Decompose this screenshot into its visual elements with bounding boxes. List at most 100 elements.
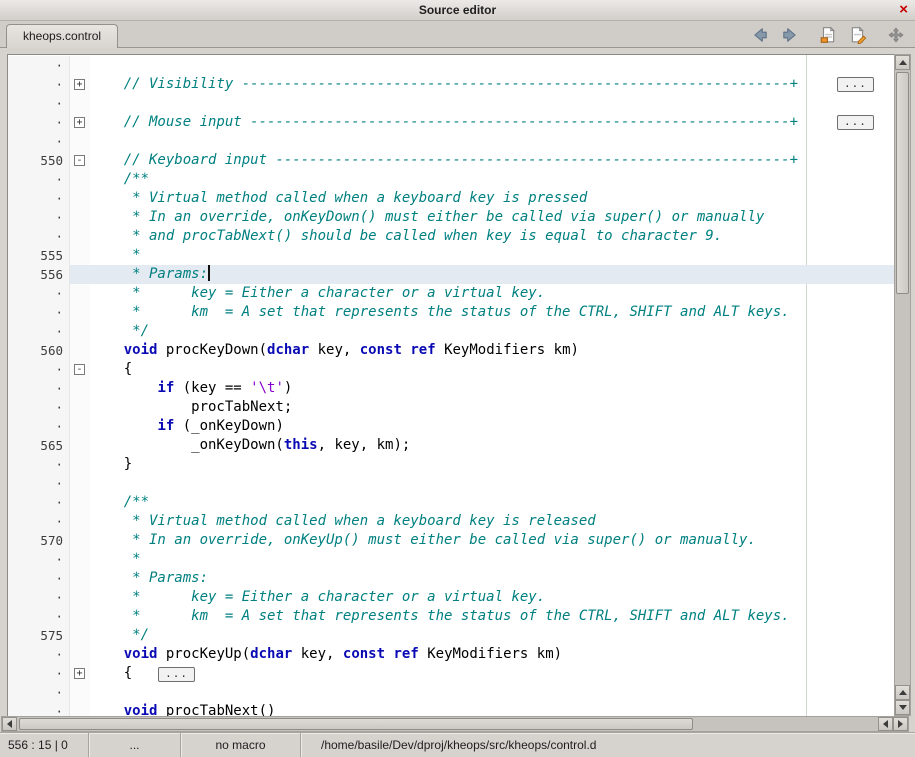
code-text[interactable]: * km = A set that represents the status …: [90, 303, 894, 322]
fold-margin: [70, 645, 90, 664]
code-text[interactable]: /**: [90, 493, 894, 512]
code-text[interactable]: procTabNext;: [90, 398, 894, 417]
code-text[interactable]: * Params:: [90, 569, 894, 588]
save-document-icon: [819, 26, 837, 44]
save-button[interactable]: [817, 24, 839, 46]
code-text[interactable]: /**: [90, 170, 894, 189]
code-text[interactable]: if (_onKeyDown): [90, 417, 894, 436]
code-line[interactable]: ·: [8, 683, 894, 702]
code-text[interactable]: * Virtual method called when a keyboard …: [90, 512, 894, 531]
code-line[interactable]: 575 */: [8, 626, 894, 645]
fold-ellipsis[interactable]: ...: [837, 115, 874, 130]
close-icon[interactable]: ×: [899, 0, 908, 20]
code-text[interactable]: }: [90, 455, 894, 474]
code-line[interactable]: 556 * Params:: [8, 265, 894, 284]
code-line[interactable]: 565 _onKeyDown(this, key, km);: [8, 436, 894, 455]
code-line[interactable]: 560 void procKeyDown(dchar key, const re…: [8, 341, 894, 360]
code-text[interactable]: * km = A set that represents the status …: [90, 607, 894, 626]
tab-kheops-control[interactable]: kheops.control: [6, 24, 118, 48]
scroll-up-button-bottom[interactable]: [895, 685, 910, 700]
code-text[interactable]: // Visibility --------------------------…: [90, 75, 894, 94]
fold-collapse-icon[interactable]: -: [74, 155, 85, 166]
code-text[interactable]: *: [90, 550, 894, 569]
code-text[interactable]: * In an override, onKeyUp() must either …: [90, 531, 894, 550]
fold-collapse-icon[interactable]: -: [74, 364, 85, 375]
horizontal-scroll-thumb[interactable]: [19, 718, 693, 730]
line-number: ·: [8, 227, 70, 246]
code-text[interactable]: */: [90, 322, 894, 341]
code-line[interactable]: · /**: [8, 170, 894, 189]
code-text[interactable]: [90, 683, 894, 702]
fold-margin: [70, 170, 90, 189]
code-text[interactable]: _onKeyDown(this, key, km);: [90, 436, 894, 455]
macro-status: no macro: [180, 733, 300, 757]
scroll-left-button-right[interactable]: [878, 717, 893, 731]
scroll-left-button[interactable]: [2, 717, 17, 731]
code-line[interactable]: · * Virtual method called when a keyboar…: [8, 189, 894, 208]
save-as-button[interactable]: [847, 24, 869, 46]
code-line[interactable]: ·: [8, 474, 894, 493]
code-text[interactable]: {...: [90, 664, 894, 683]
code-line[interactable]: · * In an override, onKeyDown() must eit…: [8, 208, 894, 227]
nav-back-button[interactable]: [749, 24, 771, 46]
code-line[interactable]: ·+ {...: [8, 664, 894, 683]
code-line[interactable]: 555 *: [8, 246, 894, 265]
fold-ellipsis[interactable]: ...: [837, 77, 874, 92]
code-line[interactable]: · }: [8, 455, 894, 474]
code-text[interactable]: * and procTabNext() should be called whe…: [90, 227, 894, 246]
code-line[interactable]: · * key = Either a character or a virtua…: [8, 588, 894, 607]
code-line[interactable]: · if (_onKeyDown): [8, 417, 894, 436]
code-line[interactable]: · procTabNext;: [8, 398, 894, 417]
code-editor[interactable]: ··+ // Visibility ----------------------…: [7, 54, 895, 718]
code-text[interactable]: void procKeyUp(dchar key, const ref KeyM…: [90, 645, 894, 664]
fold-expand-icon[interactable]: +: [74, 668, 85, 679]
code-text[interactable]: [90, 94, 894, 113]
code-text[interactable]: if (key == '\t'): [90, 379, 894, 398]
code-line[interactable]: · * km = A set that represents the statu…: [8, 303, 894, 322]
code-line[interactable]: ·- {: [8, 360, 894, 379]
code-line[interactable]: · void procKeyUp(dchar key, const ref Ke…: [8, 645, 894, 664]
vertical-scroll-thumb[interactable]: [896, 72, 909, 294]
horizontal-scrollbar[interactable]: [1, 716, 909, 732]
code-text[interactable]: * Virtual method called when a keyboard …: [90, 189, 894, 208]
code-text[interactable]: * key = Either a character or a virtual …: [90, 588, 894, 607]
code-line[interactable]: · *: [8, 550, 894, 569]
nav-forward-button[interactable]: [779, 24, 801, 46]
code-line[interactable]: 550- // Keyboard input -----------------…: [8, 151, 894, 170]
code-text[interactable]: [90, 132, 894, 151]
code-line[interactable]: · */: [8, 322, 894, 341]
code-text[interactable]: *: [90, 246, 894, 265]
code-text[interactable]: {: [90, 360, 894, 379]
code-text[interactable]: * key = Either a character or a virtual …: [90, 284, 894, 303]
code-text[interactable]: // Mouse input -------------------------…: [90, 113, 894, 132]
code-line[interactable]: · /**: [8, 493, 894, 512]
code-text[interactable]: // Keyboard input ----------------------…: [90, 151, 894, 170]
code-text[interactable]: void procKeyDown(dchar key, const ref Ke…: [90, 341, 894, 360]
code-text[interactable]: [90, 56, 894, 75]
code-line[interactable]: · * Virtual method called when a keyboar…: [8, 512, 894, 531]
code-line[interactable]: ·+ // Visibility -----------------------…: [8, 75, 894, 94]
code-line[interactable]: ·+ // Mouse input ----------------------…: [8, 113, 894, 132]
code-line[interactable]: ·: [8, 94, 894, 113]
scroll-up-button[interactable]: [895, 55, 910, 70]
code-line[interactable]: ·: [8, 56, 894, 75]
code-text[interactable]: * Params:: [90, 265, 894, 284]
titlebar[interactable]: Source editor ×: [0, 0, 915, 21]
code-text[interactable]: [90, 474, 894, 493]
fold-expand-icon[interactable]: +: [74, 117, 85, 128]
detach-button[interactable]: [885, 24, 907, 46]
code-text[interactable]: * In an override, onKeyDown() must eithe…: [90, 208, 894, 227]
scroll-right-button[interactable]: [893, 717, 908, 731]
code-line[interactable]: · * and procTabNext() should be called w…: [8, 227, 894, 246]
fold-ellipsis[interactable]: ...: [158, 667, 195, 682]
code-line[interactable]: · * Params:: [8, 569, 894, 588]
code-line[interactable]: 570 * In an override, onKeyUp() must eit…: [8, 531, 894, 550]
code-line[interactable]: · * key = Either a character or a virtua…: [8, 284, 894, 303]
vertical-scrollbar[interactable]: [894, 54, 911, 716]
code-line[interactable]: · * km = A set that represents the statu…: [8, 607, 894, 626]
scroll-down-button[interactable]: [895, 700, 910, 715]
code-line[interactable]: · if (key == '\t'): [8, 379, 894, 398]
fold-expand-icon[interactable]: +: [74, 79, 85, 90]
code-line[interactable]: ·: [8, 132, 894, 151]
code-text[interactable]: */: [90, 626, 894, 645]
